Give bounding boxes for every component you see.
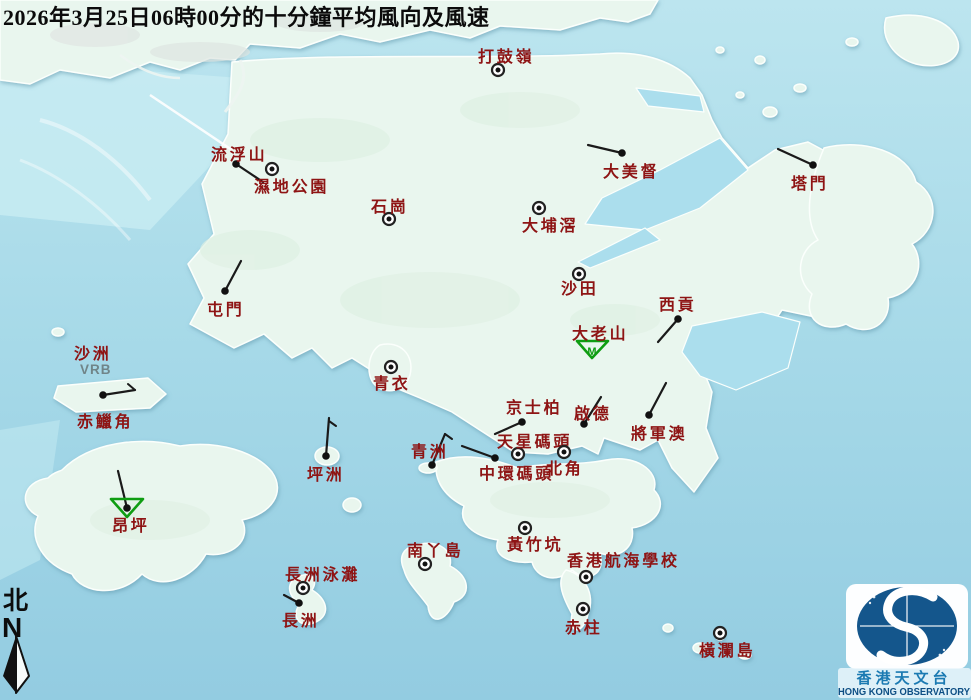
station-symbol-dot [645, 411, 653, 419]
station-label: 濕地公園 [254, 177, 329, 196]
station-label: 南丫島 [407, 541, 463, 560]
station-label: 橫瀾島 [699, 641, 755, 660]
station-label: 長洲 [282, 612, 320, 630]
station-label: 京士柏 [506, 398, 562, 417]
station-label: 啟德 [574, 404, 612, 423]
station-label: 青衣 [373, 374, 411, 393]
station-symbol-dot [674, 315, 682, 323]
station-symbol-dot [809, 161, 817, 169]
station-label: 大美督 [603, 162, 659, 181]
map-title: 2026年3月25日06時00分的十分鐘平均風向及風速 [3, 5, 490, 30]
station-symbol-dot [518, 418, 526, 426]
station-label: 香港航海學校 [566, 551, 680, 570]
station-symbol-dot [295, 599, 303, 607]
station-symbol-dot [123, 504, 131, 512]
station-label: 沙田 [561, 280, 599, 298]
station-label: 北角 [546, 459, 584, 478]
station-label: 昂坪 [112, 517, 150, 535]
station-label: 流浮山 [211, 145, 267, 164]
land-hei-ling-chau [342, 497, 362, 513]
hko-logo: 香港天文台 HONG KONG OBSERVATORY [838, 584, 971, 698]
station-label: 長洲泳灘 [285, 565, 360, 584]
logo-name-en: HONG KONG OBSERVATORY [838, 686, 970, 698]
station-label: 坪洲 [307, 466, 345, 484]
land-sha-chau [51, 327, 65, 337]
station-label: 石崗 [370, 197, 409, 216]
station-label: 大老山 [572, 324, 628, 343]
station-symbol-dot [618, 149, 626, 157]
station-label: 大埔滘 [522, 216, 578, 235]
station-label: 赤鱲角 [77, 412, 133, 431]
station-label: 青洲 [411, 442, 449, 461]
station-label: 赤柱 [565, 618, 603, 637]
station-sha-chau: VRB沙洲 [74, 345, 112, 377]
station-label: 將軍澳 [631, 424, 687, 443]
station-symbol-dot [428, 461, 436, 469]
compass-north-en: N [2, 612, 22, 643]
station-label: 塔門 [791, 174, 829, 193]
station-symbol-dot [322, 452, 330, 460]
station-label: 西貢 [659, 296, 697, 314]
station-symbol-dot [221, 287, 229, 295]
station-label: 中環碼頭 [479, 464, 554, 483]
station-symbol-dot [491, 454, 499, 462]
station-symbol-dot [99, 391, 107, 399]
station-label: 黃竹坑 [506, 535, 563, 554]
wind-map: 打鼓嶺流浮山濕地公園石崗大埔滘 大美督塔門沙田屯門 西貢 M 大老山 VRB沙洲赤鱲角 青衣… [0, 0, 971, 700]
maintenance-mark: M [587, 346, 596, 358]
station-label: 沙洲 [74, 345, 112, 363]
logo-name-zh: 香港天文台 [856, 669, 951, 687]
hko-wind-map-page: 打鼓嶺流浮山濕地公園石崗大埔滘 大美督塔門沙田屯門 西貢 M 大老山 VRB 沙洲赤鱲角 青衣… [0, 0, 971, 700]
station-label: 打鼓嶺 [478, 47, 534, 66]
compass-north-zh: 北 [3, 587, 28, 615]
station-label: 屯門 [207, 300, 245, 319]
vrb-label: VRB [80, 362, 112, 377]
